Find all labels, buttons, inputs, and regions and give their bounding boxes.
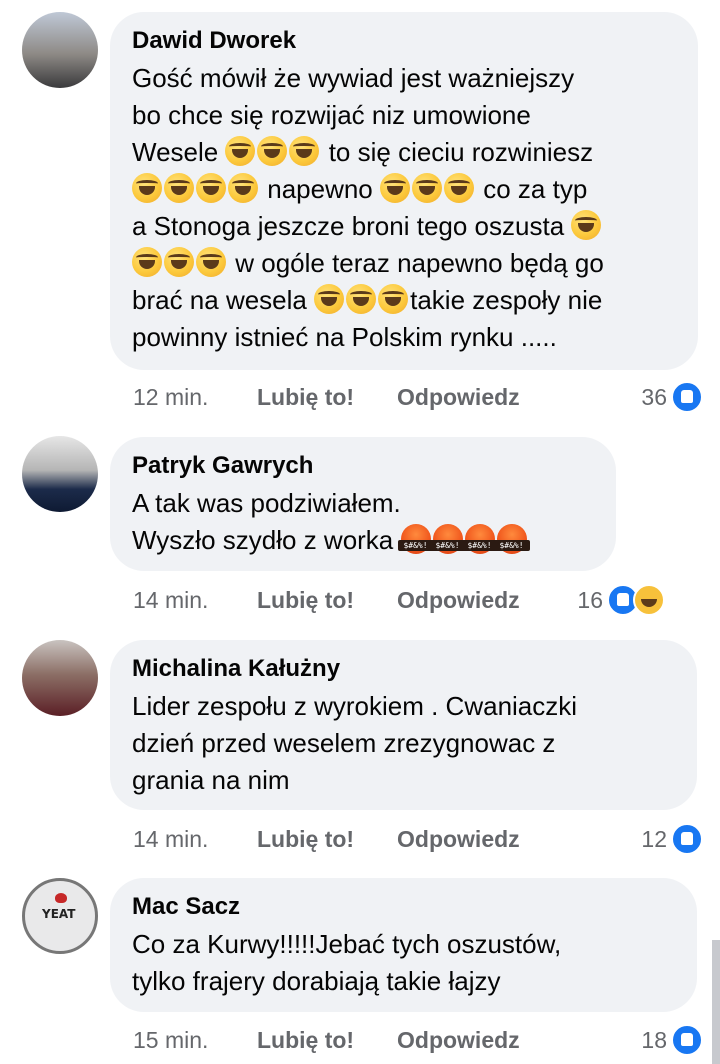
comment-bubble: Dawid Dworek Gość mówił że wywiad jest w…	[110, 12, 698, 370]
scrollbar[interactable]	[712, 940, 720, 1064]
comment-text: Gość mówił że wywiad jest ważniejszy bo …	[132, 63, 604, 352]
comment-time[interactable]: 15 min.	[133, 1025, 208, 1055]
comment-actions: 14 min. Lubię to! Odpowiedz 12	[133, 823, 703, 855]
comment-time[interactable]: 14 min.	[133, 585, 208, 615]
like-button[interactable]: Lubię to!	[257, 382, 354, 412]
comment-text: A tak was podziwiałem. Wyszło szydło z w…	[132, 485, 594, 559]
comment-bubble: Patryk Gawrych A tak was podziwiałem. Wy…	[110, 437, 616, 571]
avatar[interactable]	[22, 436, 98, 512]
comment-text: Co za Kurwy!!!!!Jebać tych oszustów, tyl…	[132, 929, 562, 996]
swearing-emoji-icon	[429, 524, 466, 554]
laughing-emoji-icon	[132, 247, 162, 277]
comment-time[interactable]: 12 min.	[133, 382, 208, 412]
like-reaction-icon	[671, 1024, 703, 1056]
haha-reaction-icon	[633, 584, 665, 616]
laughing-emoji-icon	[196, 173, 226, 203]
reactions-summary[interactable]: 12	[641, 823, 703, 855]
reply-button[interactable]: Odpowiedz	[397, 1025, 520, 1055]
like-button[interactable]: Lubię to!	[257, 585, 354, 615]
reactions-summary[interactable]: 18	[641, 1024, 703, 1056]
laughing-emoji-icon	[571, 210, 602, 240]
laughing-emoji-icon	[380, 173, 411, 203]
laughing-emoji-icon	[225, 136, 256, 166]
avatar[interactable]	[22, 640, 98, 716]
like-button[interactable]: Lubię to!	[257, 1025, 354, 1055]
comment-bubble: Mac Sacz Co za Kurwy!!!!!Jebać tych oszu…	[110, 878, 697, 1012]
avatar-logo-text: YEAT	[42, 907, 76, 921]
reply-button[interactable]: Odpowiedz	[397, 382, 520, 412]
swearing-emoji-icon	[397, 524, 434, 554]
laughing-emoji-icon	[257, 136, 288, 166]
comment-author[interactable]: Dawid Dworek	[132, 26, 676, 56]
laughing-emoji-icon	[444, 173, 475, 203]
reactions-summary[interactable]: 16	[577, 584, 665, 616]
laughing-emoji-icon	[314, 284, 345, 314]
laughing-emoji-icon	[412, 173, 443, 203]
heart-icon	[55, 893, 67, 903]
comment-text: Lider zespołu z wyrokiem . Cwaniaczki dz…	[132, 691, 578, 795]
laughing-emoji-icon	[289, 136, 320, 166]
laughing-emoji-icon	[196, 247, 226, 277]
reaction-count: 16	[577, 587, 603, 613]
reaction-count: 36	[641, 384, 667, 410]
swearing-emoji-icon	[461, 524, 498, 554]
comment-author[interactable]: Patryk Gawrych	[132, 451, 594, 481]
comment-author[interactable]: Mac Sacz	[132, 892, 675, 922]
reaction-count: 12	[641, 826, 667, 852]
avatar[interactable]: YEAT	[22, 878, 98, 954]
like-reaction-icon	[671, 823, 703, 855]
laughing-emoji-icon	[164, 247, 194, 277]
avatar[interactable]	[22, 12, 98, 88]
comment-bubble: Michalina Kałużny Lider zespołu z wyroki…	[110, 640, 697, 810]
reactions-summary[interactable]: 36	[641, 381, 703, 413]
laughing-emoji-icon	[164, 173, 194, 203]
like-button[interactable]: Lubię to!	[257, 824, 354, 854]
like-reaction-icon	[671, 381, 703, 413]
laughing-emoji-icon	[228, 173, 258, 203]
swearing-emoji-icon	[493, 524, 530, 554]
comment-author[interactable]: Michalina Kałużny	[132, 654, 675, 684]
comment-actions: 14 min. Lubię to! Odpowiedz 16	[133, 584, 703, 616]
comment-time[interactable]: 14 min.	[133, 824, 208, 854]
reaction-count: 18	[641, 1027, 667, 1053]
laughing-emoji-icon	[132, 173, 162, 203]
comment-actions: 12 min. Lubię to! Odpowiedz 36	[133, 381, 703, 413]
laughing-emoji-icon	[346, 284, 377, 314]
laughing-emoji-icon	[378, 284, 409, 314]
reply-button[interactable]: Odpowiedz	[397, 824, 520, 854]
comment-actions: 15 min. Lubię to! Odpowiedz 18	[133, 1024, 703, 1056]
reply-button[interactable]: Odpowiedz	[397, 585, 520, 615]
